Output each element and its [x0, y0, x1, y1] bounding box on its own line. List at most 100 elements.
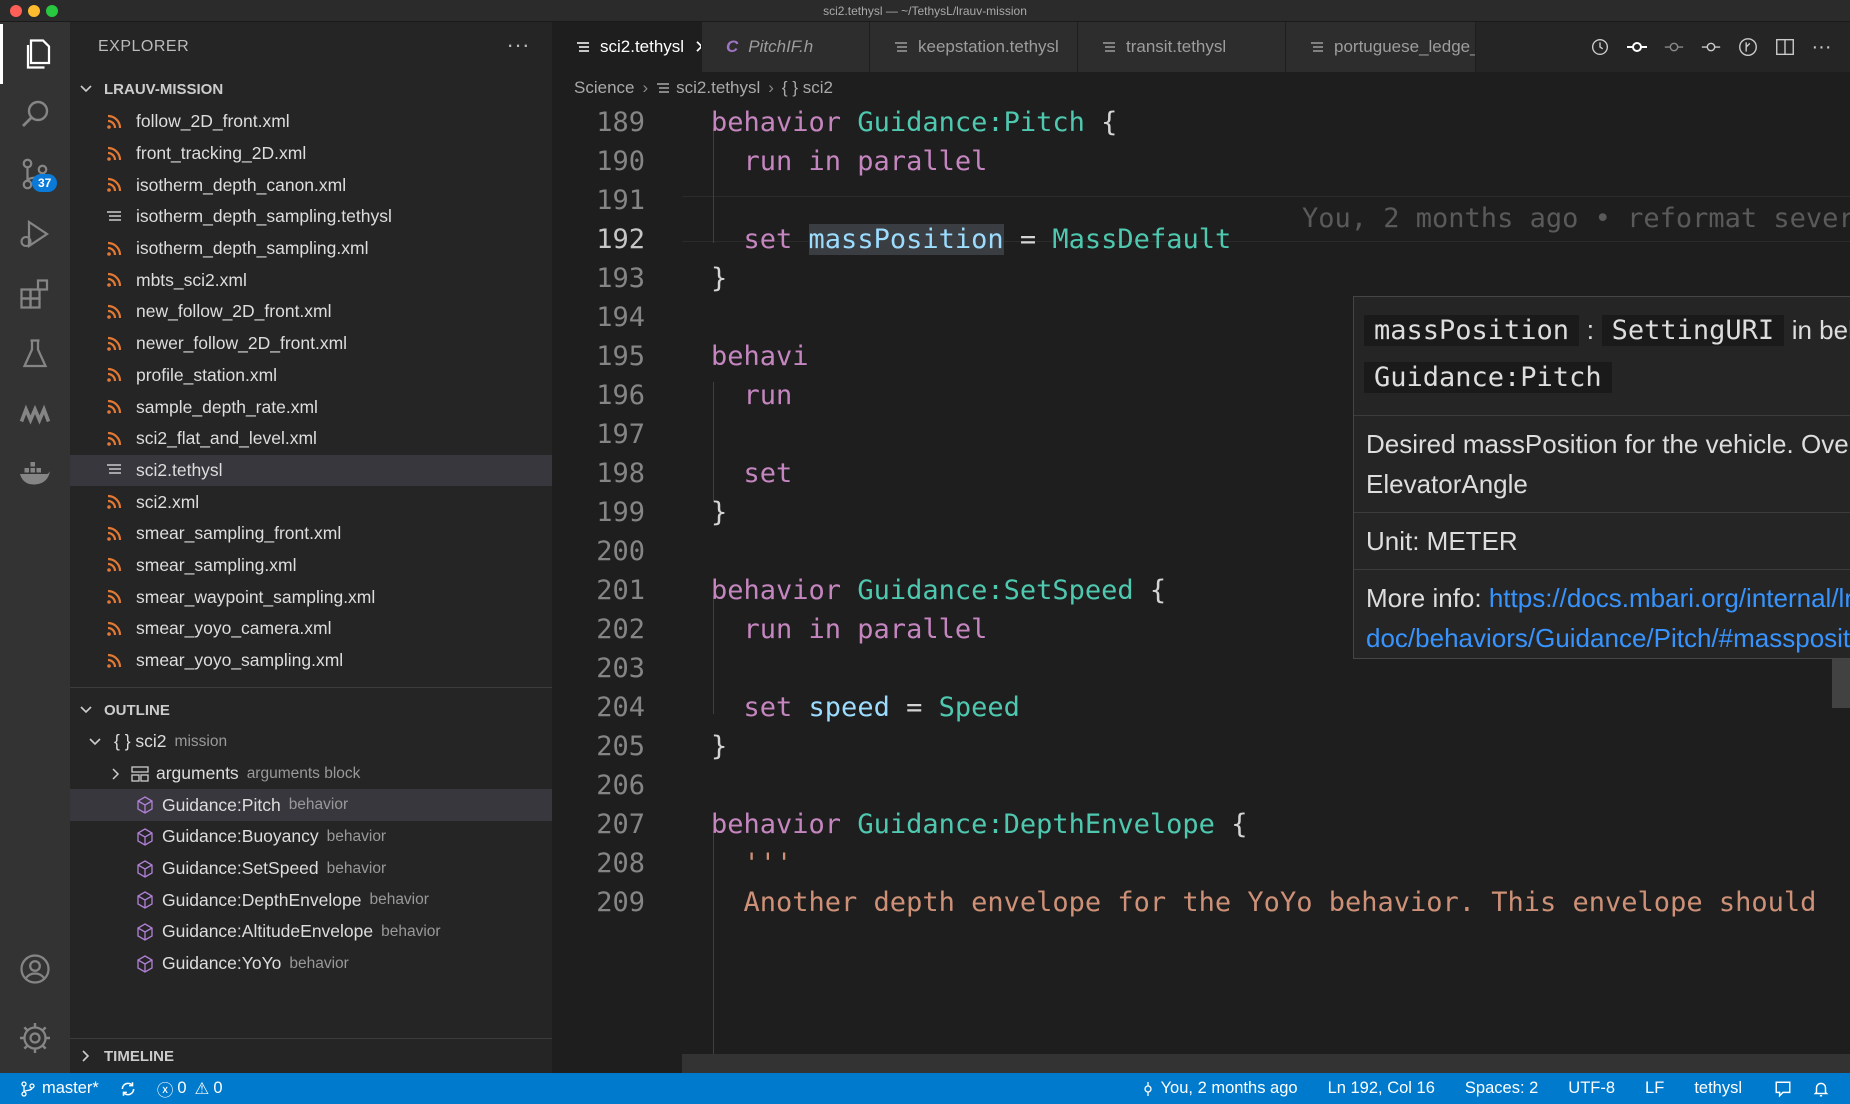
file-item[interactable]: isotherm_depth_sampling.tethysl [70, 201, 552, 233]
code-token: Guidance:Pitch [857, 107, 1085, 138]
code-token: = [1003, 224, 1053, 255]
outline-item-name: Guidance:SetSpeed [162, 858, 319, 879]
file-item[interactable]: smear_sampling.xml [70, 550, 552, 582]
outline-item[interactable]: Guidance:AltitudeEnvelope behavior [70, 916, 552, 948]
tab-1[interactable]: C PitchIF.h [702, 22, 870, 72]
horizontal-scrollbar[interactable] [682, 1054, 1850, 1073]
file-name: newer_follow_2D_front.xml [136, 333, 348, 354]
file-name: front_tracking_2D.xml [136, 143, 307, 164]
outline-item[interactable]: Guidance:Pitch behavior [70, 789, 552, 822]
error-icon: ⓧ [156, 1081, 174, 1100]
outline-item[interactable]: Guidance:SetSpeed behavior [70, 853, 552, 885]
tab-3[interactable]: transit.tethysl [1078, 22, 1286, 72]
file-item[interactable]: mbts_sci2.xml [70, 264, 552, 296]
end-of-line[interactable]: LF [1635, 1073, 1674, 1104]
file-item[interactable]: isotherm_depth_sampling.xml [70, 233, 552, 265]
breadcrumb-symbol[interactable]: { } sci2 [782, 78, 833, 98]
file-item[interactable]: smear_waypoint_sampling.xml [70, 581, 552, 613]
outline-root[interactable]: { } sci2 mission [70, 726, 552, 758]
breadcrumb-folder[interactable]: Science [574, 78, 634, 98]
rss-xml-icon [106, 431, 122, 447]
file-item[interactable]: smear_yoyo_camera.xml [70, 613, 552, 645]
code-token: } [711, 731, 728, 762]
rss-xml-icon [106, 399, 122, 415]
indentation[interactable]: Spaces: 2 [1455, 1073, 1548, 1104]
breadcrumb: Science › sci2.tethysl › { } sci2 [552, 72, 1850, 104]
rss-xml-icon [106, 367, 122, 383]
outline-item[interactable]: Guidance:DepthEnvelope behavior [70, 884, 552, 916]
source-control-activity[interactable]: 37 [0, 144, 70, 204]
file-item[interactable]: sci2.tethysl [70, 454, 552, 487]
git-previous-icon[interactable] [1655, 36, 1692, 58]
search-activity[interactable] [0, 84, 70, 144]
file-lines-icon [1102, 40, 1116, 54]
chevron-right-icon: › [642, 78, 649, 97]
code-token: run [711, 380, 793, 411]
timeline-history-icon[interactable] [1581, 36, 1618, 58]
tab-4[interactable]: portuguese_ledge_n [1286, 22, 1476, 72]
sidebar: EXPLORER ··· LRAUV-MISSION follow_2D_fro… [70, 22, 552, 1073]
outline-item-name: Guidance:AltitudeEnvelope [162, 921, 374, 942]
extensions-activity[interactable] [0, 264, 70, 324]
timeline-section-header[interactable]: TIMELINE [70, 1038, 552, 1073]
file-item[interactable]: front_tracking_2D.xml [70, 138, 552, 170]
close-window-button[interactable] [10, 5, 22, 17]
file-item[interactable]: newer_follow_2D_front.xml [70, 328, 552, 360]
feedback-icon[interactable] [1764, 1073, 1802, 1104]
code-token: { [1084, 107, 1118, 138]
git-commit-icon[interactable] [1618, 35, 1655, 59]
accounts-activity[interactable] [0, 939, 70, 999]
file-item[interactable]: new_follow_2D_front.xml [70, 296, 552, 328]
gitlens-icon[interactable] [1729, 36, 1766, 58]
file-name: smear_sampling_front.xml [136, 523, 342, 544]
hover-signature: massPosition : SettingURI in behavior Gu… [1354, 297, 1850, 415]
explorer-activity[interactable] [0, 24, 70, 84]
blame-status[interactable]: You, 2 months ago [1131, 1073, 1308, 1104]
outline-item[interactable]: Guidance:YoYo behavior [70, 948, 552, 980]
file-item[interactable]: sci2_flat_and_level.xml [70, 423, 552, 455]
split-editor-icon[interactable] [1766, 36, 1803, 58]
outline-section-header[interactable]: OUTLINE [70, 694, 552, 726]
outline-item[interactable]: Guidance:Buoyancy behavior [70, 821, 552, 853]
file-item[interactable]: isotherm_depth_canon.xml [70, 169, 552, 201]
mbari-activity[interactable] [0, 384, 70, 444]
outline-root-desc: mission [174, 732, 228, 750]
line-number: 209 [596, 887, 645, 918]
source-control-badge: 37 [32, 174, 58, 192]
folder-section-header[interactable]: LRAUV-MISSION [70, 72, 552, 106]
breadcrumb-file[interactable]: sci2.tethysl [676, 78, 760, 98]
manage-activity[interactable] [0, 1008, 70, 1068]
file-item[interactable]: smear_yoyo_sampling.xml [70, 645, 552, 677]
explorer-more-button[interactable]: ··· [507, 32, 530, 58]
more-actions-icon[interactable]: ··· [1803, 36, 1840, 59]
git-next-icon[interactable] [1692, 36, 1729, 58]
testing-activity[interactable] [0, 324, 70, 384]
branch-status[interactable]: master* [0, 1073, 109, 1104]
code-token: Guidance:DepthEnvelope [857, 809, 1215, 840]
file-item[interactable]: sample_depth_rate.xml [70, 391, 552, 423]
bell-icon[interactable] [1802, 1073, 1840, 1104]
file-item[interactable]: follow_2D_front.xml [70, 106, 552, 138]
file-item[interactable]: smear_sampling_front.xml [70, 518, 552, 550]
close-icon[interactable]: ✕ [694, 37, 701, 58]
outline-item-name: arguments [156, 763, 239, 784]
tab-0[interactable]: sci2.tethysl ✕ [552, 22, 702, 72]
extensions-icon [20, 279, 49, 309]
problems-status[interactable]: ⓧ 0 ⚠ 0 [147, 1073, 233, 1104]
outline-item[interactable]: arguments arguments block [70, 758, 552, 790]
tab-2[interactable]: keepstation.tethysl [870, 22, 1078, 72]
file-item[interactable]: profile_station.xml [70, 360, 552, 392]
code-token: = [889, 692, 939, 723]
cursor-position[interactable]: Ln 192, Col 16 [1318, 1073, 1445, 1104]
language-mode[interactable]: tethysl [1684, 1073, 1752, 1104]
encoding[interactable]: UTF-8 [1558, 1073, 1625, 1104]
sync-button[interactable] [109, 1073, 147, 1104]
maximize-window-button[interactable] [46, 5, 58, 17]
code-token: run in parallel [711, 614, 988, 645]
title-bar: sci2.tethysl — ~/TethysL/lrauv-mission [0, 0, 1850, 22]
docker-activity[interactable] [0, 444, 70, 504]
run-debug-activity[interactable] [0, 204, 70, 264]
scrollbar-thumb[interactable] [1832, 656, 1850, 708]
minimize-window-button[interactable] [28, 5, 40, 17]
file-item[interactable]: sci2.xml [70, 486, 552, 518]
